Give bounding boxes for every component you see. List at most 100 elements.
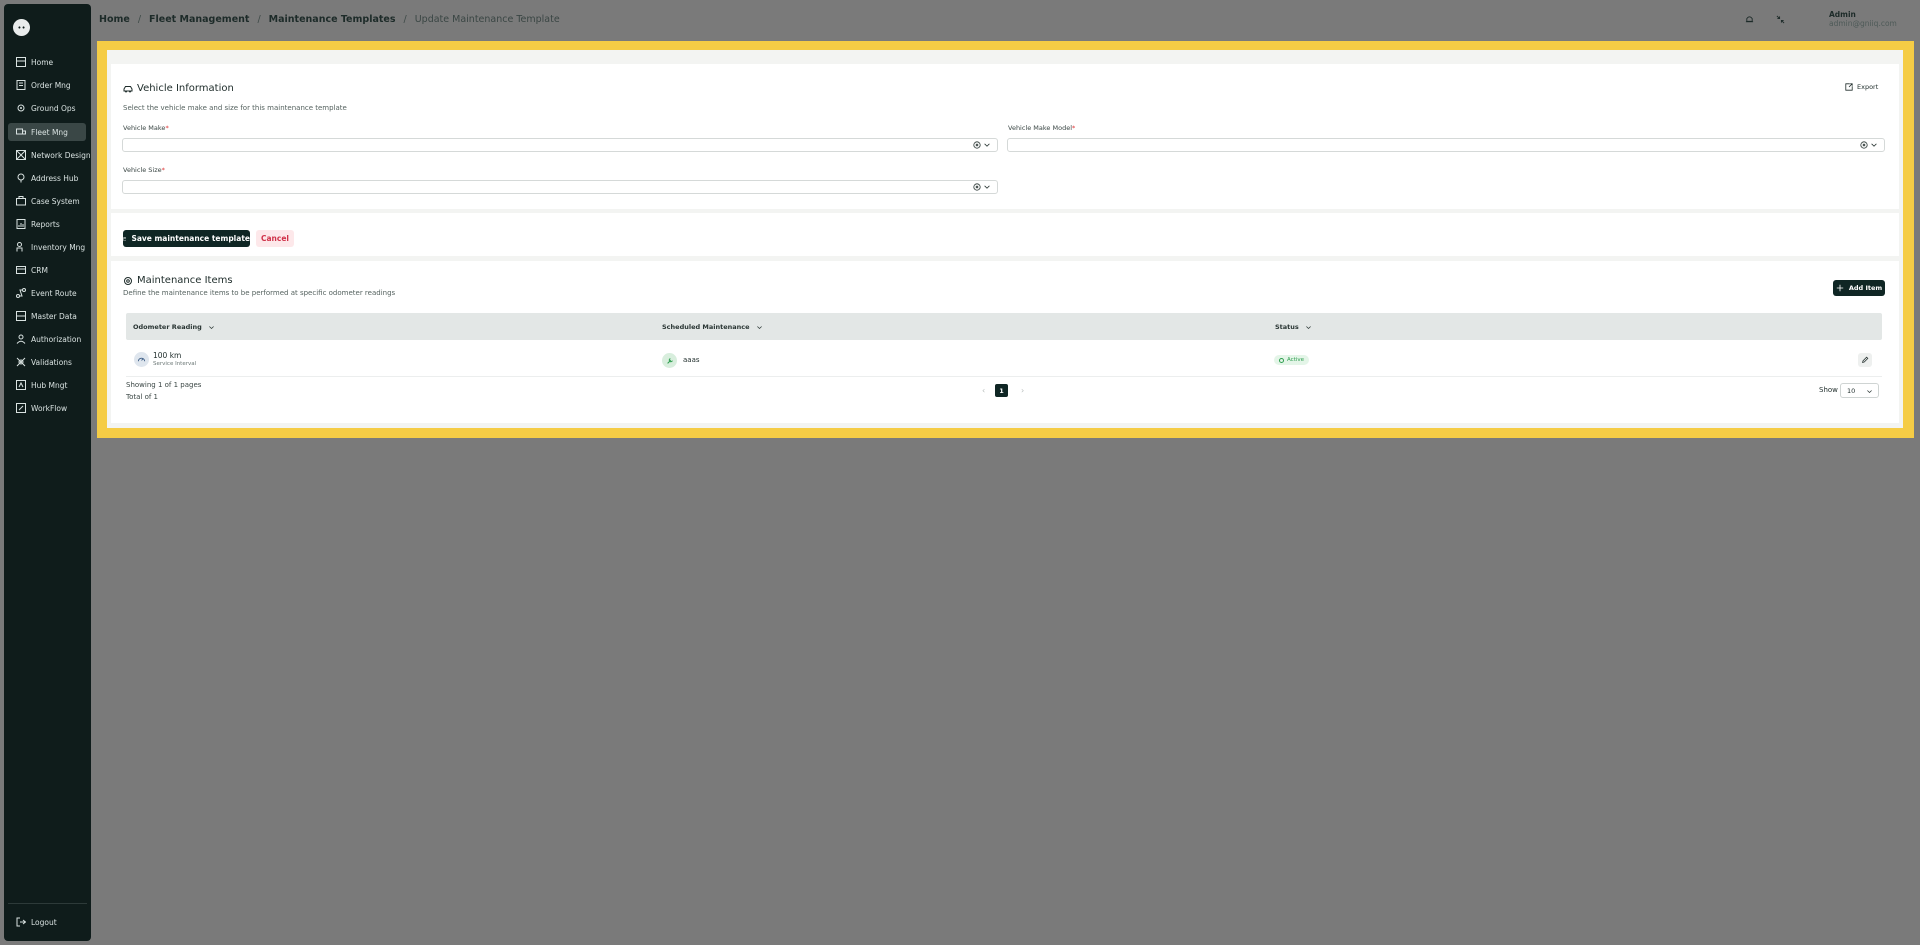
chevron-down-icon <box>1305 325 1311 329</box>
vehicle-info-description: Select the vehicle make and size for thi… <box>123 104 347 112</box>
maintenance-title-text: Maintenance Items <box>137 275 233 286</box>
sidebar-item-event-route[interactable]: Event Route <box>8 284 86 302</box>
edit-row-button[interactable] <box>1858 353 1872 367</box>
column-scheduled-maintenance[interactable]: Scheduled Maintenance <box>662 323 763 331</box>
breadcrumb: Home / Fleet Management / Maintenance Te… <box>99 14 560 25</box>
clear-icon[interactable] <box>1860 141 1868 149</box>
sidebar-item-label: Network Design <box>31 150 91 160</box>
export-button[interactable]: Export <box>1845 83 1878 91</box>
location-icon <box>16 173 26 183</box>
collapse-icon[interactable] <box>1773 12 1787 26</box>
column-odometer-reading[interactable]: Odometer Reading <box>133 323 215 331</box>
breadcrumb-separator: / <box>137 14 142 25</box>
vehicle-size-select[interactable] <box>122 180 998 194</box>
table-row <box>126 341 1882 377</box>
clear-icon[interactable] <box>973 183 981 191</box>
sidebar-item-label: Master Data <box>31 311 77 321</box>
sidebar-item-fleet-mng[interactable]: Fleet Mng <box>8 123 86 141</box>
sidebar-item-label: Ground Ops <box>31 103 76 113</box>
action-bar <box>111 213 1899 256</box>
sidebar-item-order-mng[interactable]: Order Mng <box>8 76 86 94</box>
chevron-down-icon <box>208 325 214 329</box>
app-logo[interactable]: •• <box>13 19 30 36</box>
logout-label: Logout <box>31 917 57 927</box>
chevron-down-icon <box>756 325 762 329</box>
inventory-icon <box>16 242 26 252</box>
sidebar-item-master-data[interactable]: Master Data <box>8 307 86 325</box>
user-name: Admin <box>1829 10 1856 19</box>
sidebar-item-workflow[interactable]: WorkFlow <box>8 399 86 417</box>
chevron-down-icon <box>1867 390 1872 394</box>
breadcrumb-maintenance-templates[interactable]: Maintenance Templates <box>269 14 396 25</box>
sidebar-item-network-design[interactable]: Network Design <box>8 146 91 164</box>
sidebar-item-label: Hub Mngt <box>31 380 68 390</box>
car-icon <box>123 85 133 92</box>
logout-icon <box>16 917 26 927</box>
sidebar-item-case-system[interactable]: Case System <box>8 192 86 210</box>
required-mark: * <box>1072 124 1076 132</box>
showing-pages-text: Showing 1 of 1 pages <box>126 381 202 389</box>
vehicle-model-label-text: Vehicle Make Model <box>1008 124 1073 132</box>
page-size-select[interactable]: 10 <box>1840 383 1879 398</box>
database-icon <box>16 311 26 321</box>
sidebar-item-crm[interactable]: CRM <box>8 261 86 279</box>
page-size-label: Show <box>1819 386 1838 394</box>
sidebar-item-validations[interactable]: Validations <box>8 353 86 371</box>
next-page-icon[interactable]: › <box>1021 386 1024 395</box>
vehicle-make-select[interactable] <box>122 138 998 152</box>
sidebar-item-label: Inventory Mng <box>31 242 86 252</box>
vehicle-model-select[interactable] <box>1007 138 1885 152</box>
chevron-down-icon[interactable] <box>983 141 991 149</box>
save-template-label: Save maintenance template <box>131 234 250 243</box>
sidebar-item-label: Home <box>31 57 54 67</box>
breadcrumb-fleet-management[interactable]: Fleet Management <box>149 14 249 25</box>
save-template-button[interactable]: Save maintenance template <box>123 230 250 247</box>
cancel-button[interactable]: Cancel <box>256 230 294 247</box>
user-menu[interactable]: Admin admin@gniiq.com <box>1829 10 1897 28</box>
validation-icon <box>16 357 26 367</box>
breadcrumb-home[interactable]: Home <box>99 14 130 25</box>
hub-icon <box>16 380 26 390</box>
maintenance-value: aaas <box>683 356 700 364</box>
sidebar-item-authorization[interactable]: Authorization <box>8 330 86 348</box>
pencil-icon <box>1862 356 1869 363</box>
prev-page-icon[interactable]: ‹ <box>982 386 985 395</box>
breadcrumb-current-page: Update Maintenance Template <box>414 14 560 25</box>
wrench-icon <box>662 353 677 368</box>
notification-bell-icon[interactable] <box>1742 12 1756 26</box>
sidebar-item-reports[interactable]: Reports <box>8 215 86 233</box>
breadcrumb-separator: / <box>257 14 261 25</box>
maintenance-title: Maintenance Items <box>123 275 233 286</box>
grid-icon <box>16 57 26 67</box>
gauge-icon <box>134 352 149 367</box>
sidebar-item-label: Authorization <box>31 334 82 344</box>
sidebar-item-label: Case System <box>31 196 80 206</box>
required-mark: * <box>165 124 169 132</box>
column-status[interactable]: Status <box>1275 323 1312 331</box>
sidebar-item-inventory-mng[interactable]: Inventory Mng <box>8 238 86 256</box>
sidebar-item-ground-ops[interactable]: Ground Ops <box>8 99 86 117</box>
sidebar-item-label: Validations <box>31 357 72 367</box>
breadcrumb-separator: / <box>403 14 407 25</box>
table-header <box>126 313 1882 340</box>
network-icon <box>16 150 26 160</box>
vehicle-info-title: Vehicle Information <box>123 83 234 94</box>
save-icon <box>123 236 127 241</box>
sidebar-item-home[interactable]: Home <box>8 53 86 71</box>
page-number-button[interactable]: 1 <box>995 384 1008 397</box>
sidebar-item-address-hub[interactable]: Address Hub <box>8 169 86 187</box>
sidebar-item-label: Event Route <box>31 288 77 298</box>
logout-button[interactable]: Logout <box>8 913 86 931</box>
chevron-down-icon[interactable] <box>983 183 991 191</box>
add-item-label: Add Item <box>1848 284 1883 292</box>
report-icon <box>16 219 26 229</box>
chevron-down-icon[interactable] <box>1870 141 1878 149</box>
odometer-value: 100 km <box>153 351 182 360</box>
add-item-button[interactable]: Add Item <box>1833 280 1885 296</box>
sidebar-item-hub-mngt[interactable]: Hub Mngt <box>8 376 86 394</box>
maintenance-description: Define the maintenance items to be perfo… <box>123 289 396 297</box>
export-label: Export <box>1857 83 1879 91</box>
user-email: admin@gniiq.com <box>1829 19 1897 28</box>
sidebar-item-label: WorkFlow <box>31 403 68 413</box>
clear-icon[interactable] <box>973 141 981 149</box>
